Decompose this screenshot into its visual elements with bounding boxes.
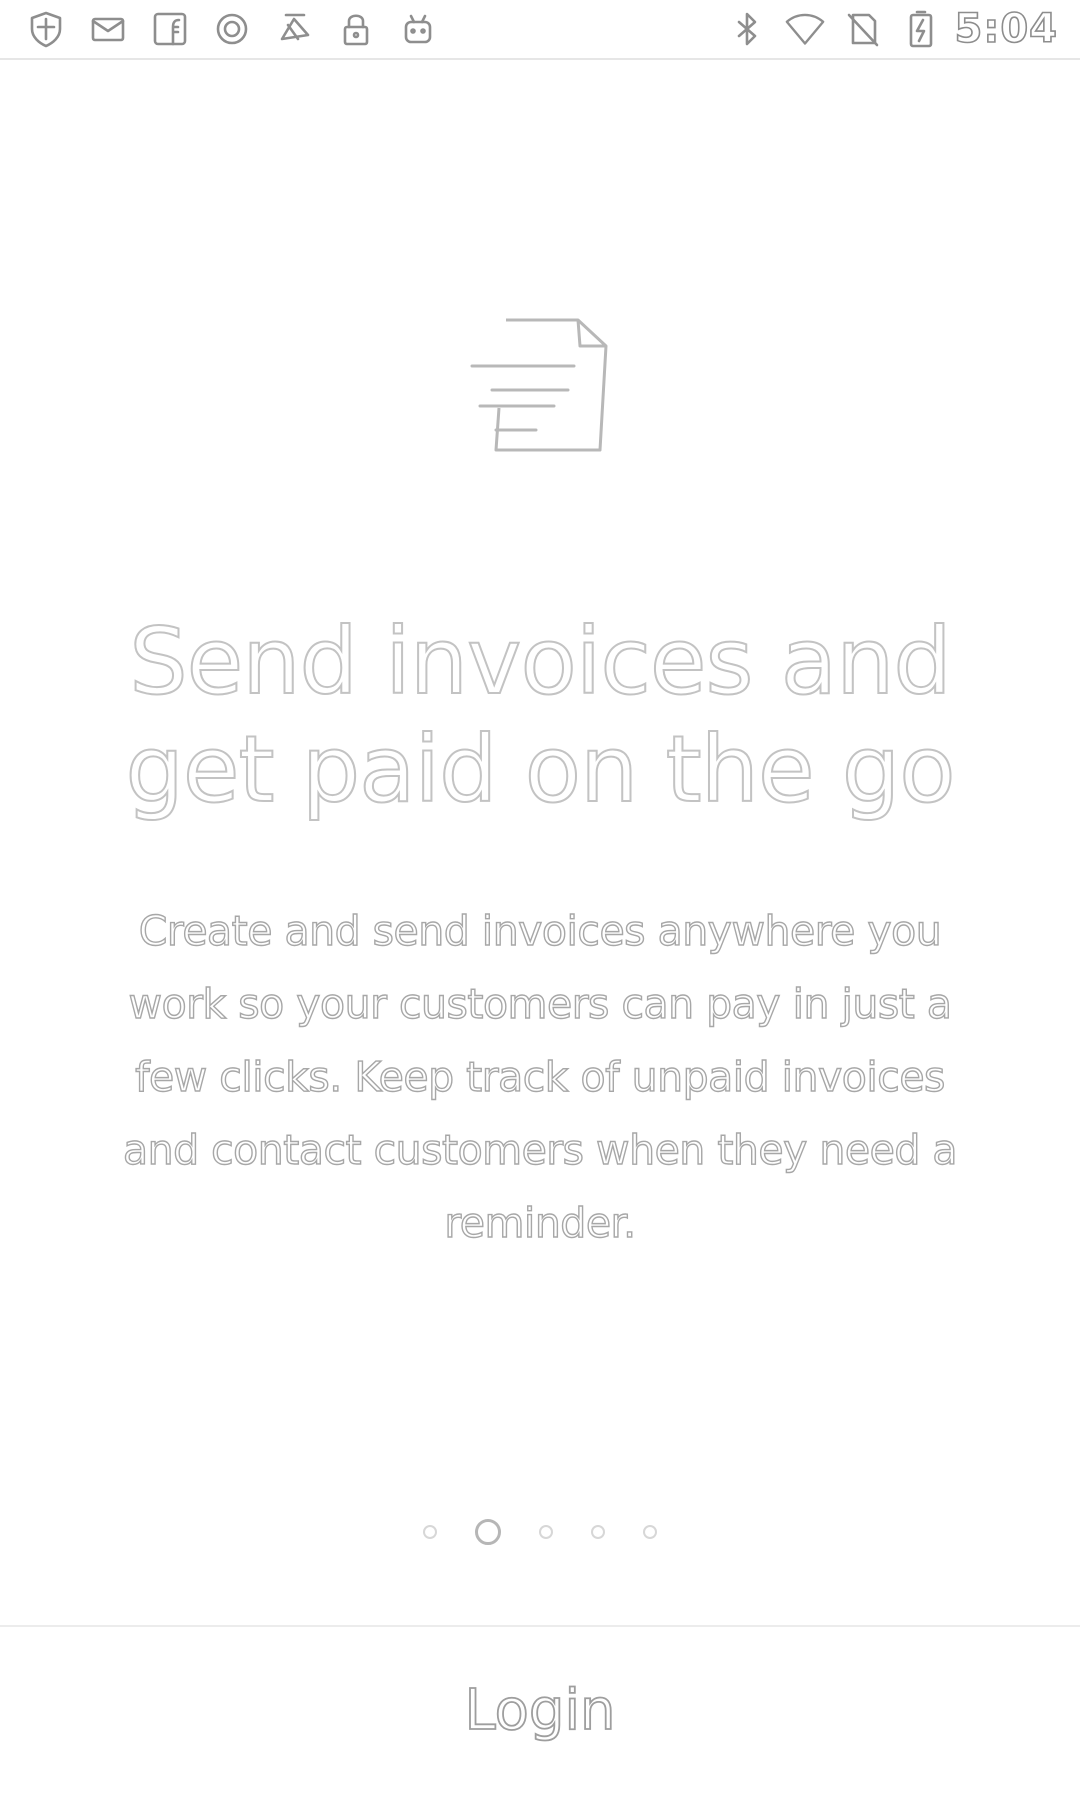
status-clock: 5:04 bbox=[954, 5, 1058, 53]
wifi-icon bbox=[785, 9, 825, 49]
login-label: Login bbox=[464, 1677, 617, 1744]
page-indicator[interactable] bbox=[0, 1512, 1080, 1552]
page-dot[interactable] bbox=[423, 1525, 437, 1539]
invoice-send-icon bbox=[466, 312, 618, 458]
shield-icon bbox=[26, 9, 66, 49]
onboarding-description: Create and send invoices anywhere you wo… bbox=[122, 906, 958, 1247]
no-sim-icon bbox=[843, 9, 883, 49]
status-bar: 5:04 bbox=[0, 0, 1080, 60]
onboarding-headline: Send invoices and get paid on the go bbox=[124, 607, 956, 824]
android-icon bbox=[398, 9, 438, 49]
page-dot-active[interactable] bbox=[475, 1519, 501, 1545]
bluetooth-icon bbox=[727, 9, 767, 49]
lock-icon bbox=[336, 9, 376, 49]
system-icons: 5:04 bbox=[709, 5, 1059, 53]
battery-charging-icon bbox=[901, 9, 941, 49]
email-icon bbox=[88, 9, 128, 49]
facebook-icon bbox=[150, 9, 190, 49]
fax-icon bbox=[274, 9, 314, 49]
login-button[interactable]: Login bbox=[0, 1626, 1080, 1794]
circle-app-icon bbox=[212, 9, 252, 49]
notification-icons bbox=[26, 9, 460, 49]
page-dot[interactable] bbox=[591, 1525, 605, 1539]
page-dot[interactable] bbox=[643, 1525, 657, 1539]
page-dot[interactable] bbox=[539, 1525, 553, 1539]
